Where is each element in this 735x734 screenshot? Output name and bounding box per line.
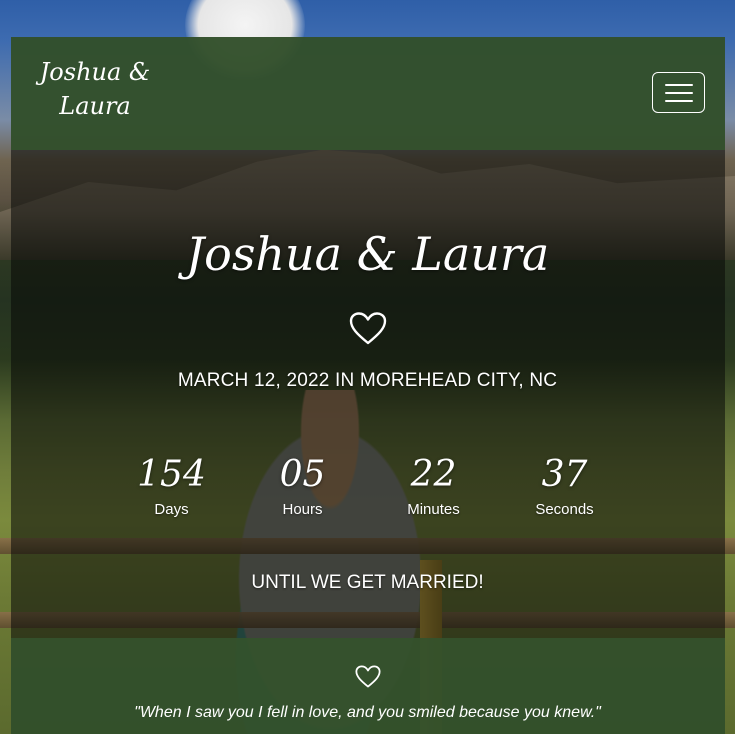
- countdown-label: Days: [154, 501, 189, 518]
- countdown-label: Seconds: [535, 501, 594, 518]
- countdown-minutes: 22 Minutes: [368, 452, 499, 518]
- heart-outline-icon: [355, 665, 381, 688]
- countdown-value: 154: [137, 454, 206, 495]
- brand-logo[interactable]: Joshua & Laura: [35, 55, 155, 123]
- countdown-label: Hours: [282, 501, 323, 518]
- brand-line-2: Laura: [59, 92, 131, 120]
- countdown-timer: 154 Days 05 Hours 22 Minutes 37 Seconds: [106, 452, 630, 532]
- navbar: Joshua & Laura: [11, 37, 725, 150]
- countdown-value: 05: [279, 454, 326, 495]
- hamburger-icon-bar: [665, 92, 693, 94]
- love-quote: "When I saw you I fell in love, and you …: [134, 704, 601, 721]
- heart-outline-icon: [349, 312, 387, 345]
- event-date-location: MARCH 12, 2022 IN MOREHEAD CITY, NC: [177, 370, 558, 391]
- countdown-value: 22: [410, 454, 457, 495]
- hero-title: Joshua & Laura: [185, 227, 550, 281]
- menu-toggle-button[interactable]: [652, 72, 705, 113]
- hamburger-icon-bar: [665, 100, 693, 102]
- brand-line-1: Joshua &: [39, 58, 151, 86]
- countdown-value: 37: [541, 454, 588, 495]
- countdown-days: 154 Days: [106, 452, 237, 518]
- page: Joshua & Laura Joshua & Laura MARCH 12, …: [0, 0, 735, 734]
- countdown-seconds: 37 Seconds: [499, 452, 630, 518]
- until-married-text: UNTIL WE GET MARRIED!: [251, 572, 484, 593]
- countdown-hours: 05 Hours: [237, 452, 368, 518]
- countdown-label: Minutes: [407, 501, 460, 518]
- hamburger-icon: [665, 84, 693, 86]
